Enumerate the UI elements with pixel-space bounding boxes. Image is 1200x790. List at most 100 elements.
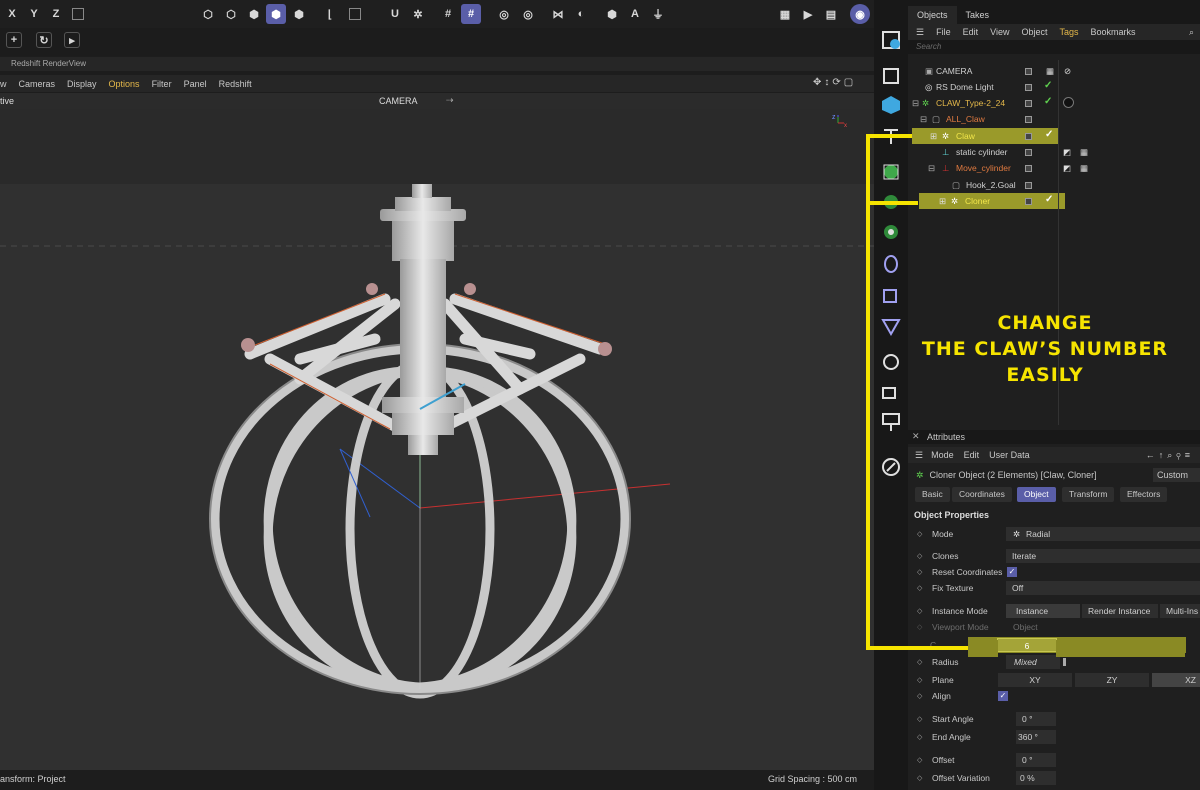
tab-coordinates[interactable]: Coordinates [952, 487, 1012, 502]
grid-snap-icon[interactable]: # [438, 4, 458, 24]
align-checkbox[interactable]: ✓ [998, 691, 1008, 701]
menu-filter[interactable]: Filter [152, 79, 172, 89]
tree-item-camera[interactable]: ▣ CAMERA ▦ ⊘ [908, 63, 1200, 79]
reset-coordinates-checkbox[interactable]: ✓ [1007, 567, 1017, 577]
hamburger-icon[interactable]: ☰ [915, 450, 923, 461]
tab-basic[interactable]: Basic [915, 487, 950, 502]
keyframe-diamond-icon[interactable]: ◇ [917, 552, 922, 560]
radius-slider-handle[interactable] [1063, 658, 1066, 666]
tree-item-all-claw[interactable]: ⊟ ▢ ALL_Claw [908, 111, 1200, 127]
floor-icon[interactable] [879, 410, 903, 434]
menu-display[interactable]: Display [67, 79, 97, 89]
enabled-check-icon[interactable]: ✓ [1045, 129, 1053, 140]
coordinate-system-icon[interactable] [68, 4, 88, 24]
collapse-icon[interactable]: ⊟ [928, 163, 935, 174]
expand-icon[interactable]: ⊞ [939, 196, 946, 207]
viewport-solo-icon[interactable]: ◐ [571, 4, 591, 24]
object-mode-icon[interactable]: ⬢ [289, 4, 309, 24]
keyframe-diamond-icon[interactable]: ◇ [917, 692, 922, 700]
edges-mode-icon[interactable]: ⬡ [221, 4, 241, 24]
menu-cameras[interactable]: Cameras [19, 79, 56, 89]
keyframe-diamond-icon[interactable]: ◇ [917, 607, 922, 615]
visibility-dot-icon[interactable] [1025, 164, 1032, 172]
tab-transform[interactable]: Transform [1062, 487, 1115, 502]
axis-z-toggle[interactable]: Z [46, 4, 66, 24]
tree-item-hook-goal[interactable]: ▢ Hook_2.Goal [908, 177, 1200, 193]
texture-tag-icon[interactable]: ◩ [1063, 147, 1071, 158]
visibility-dot-icon[interactable] [1025, 148, 1032, 156]
extrude-icon[interactable] [879, 190, 903, 214]
fix-texture-dropdown[interactable]: Off [1006, 581, 1200, 595]
render-view-icon[interactable]: ▦ [775, 4, 795, 24]
visibility-dot-icon[interactable] [1025, 67, 1032, 75]
menu-options[interactable]: Options [109, 79, 140, 89]
tree-item-static-cylinder[interactable]: ⊥ static cylinder ◩ ▦ [908, 144, 1200, 160]
plane-xz-option[interactable]: XZ [1152, 673, 1200, 687]
quantize-icon[interactable]: # [461, 4, 481, 24]
keyframe-diamond-icon[interactable]: ◇ [917, 568, 922, 576]
visibility-dot-icon[interactable] [1025, 181, 1032, 189]
camera-link-icon[interactable]: ⇢ [446, 95, 454, 106]
render-instance-option[interactable]: Render Instance [1082, 604, 1158, 618]
cube-icon[interactable] [879, 93, 903, 117]
render-to-picture-viewer-icon[interactable]: ▶ [798, 4, 818, 24]
menu-view[interactable]: w [0, 79, 7, 89]
tab-effectors[interactable]: Effectors [1120, 487, 1168, 502]
visibility-dot-icon[interactable] [1025, 132, 1032, 140]
add-icon[interactable]: + [6, 32, 22, 48]
plane-xy-option[interactable]: XY [998, 673, 1072, 687]
instance-option[interactable]: Instance [1006, 604, 1080, 618]
visibility-dot-icon[interactable] [1025, 115, 1032, 123]
count-field[interactable]: 6 [997, 638, 1057, 652]
render-active-icon[interactable]: A [625, 4, 645, 24]
refresh-icon[interactable]: ↻ [36, 32, 52, 48]
tab-objects[interactable]: Objects [908, 6, 957, 24]
locked-workplane-icon[interactable] [345, 4, 365, 24]
menu-view[interactable]: View [990, 27, 1009, 37]
workplane-icon[interactable]: ⌊ [320, 4, 340, 24]
enabled-check-icon[interactable]: ✓ [1045, 194, 1053, 205]
keyframe-diamond-icon[interactable]: ◇ [917, 530, 922, 538]
offset-variation-field[interactable]: 0 % [1016, 771, 1056, 785]
field-icon[interactable] [879, 282, 903, 306]
multi-instance-option[interactable]: Multi-Ins [1160, 604, 1200, 618]
snap-settings-icon[interactable]: ✲ [408, 4, 428, 24]
tree-item-claw-type[interactable]: ⊟ ✲ CLAW_Type-2_24 ✓ [908, 95, 1200, 111]
keyframe-diamond-icon[interactable]: ◇ [917, 715, 922, 723]
axis-x-toggle[interactable]: X [2, 4, 22, 24]
texture-tag-icon[interactable]: ◩ [1063, 163, 1071, 174]
menu-tags[interactable]: Tags [1059, 27, 1078, 37]
keyframe-diamond-icon[interactable]: ◇ [917, 658, 922, 666]
custom-dropdown[interactable]: Custom [1153, 468, 1200, 482]
count-slider-handle[interactable] [1069, 640, 1072, 649]
checker-tag-icon[interactable]: ▦ [1080, 147, 1088, 158]
visibility-dot-icon[interactable] [1025, 197, 1032, 205]
soft-selection-icon[interactable]: ◎ [494, 4, 514, 24]
viewport-navigation-icons[interactable]: ✥↕⟳▢ [813, 77, 856, 88]
collapse-icon[interactable]: ⊟ [920, 114, 927, 125]
cloner-icon[interactable] [879, 220, 903, 244]
menu-panel[interactable]: Panel [184, 79, 207, 89]
camera-tag-icon[interactable]: ▦ [1046, 66, 1054, 77]
close-icon[interactable]: ✕ [912, 431, 920, 442]
menu-file[interactable]: File [936, 27, 951, 37]
keyframe-diamond-icon[interactable]: ◇ [917, 774, 922, 782]
menu-object[interactable]: Object [1021, 27, 1047, 37]
model-mode-icon[interactable]: ⬢ [266, 4, 286, 24]
start-angle-field[interactable]: 0 ° [1016, 712, 1056, 726]
menu-mode[interactable]: Mode [931, 450, 954, 460]
polygons-mode-icon[interactable]: ⬢ [244, 4, 264, 24]
symmetry-icon[interactable]: ⋈ [548, 4, 568, 24]
visibility-dot-icon[interactable] [1025, 83, 1032, 91]
menu-user-data[interactable]: User Data [989, 450, 1030, 460]
keyframe-diamond-icon[interactable]: ◇ [917, 733, 922, 741]
radius-field[interactable]: Mixed [1006, 655, 1060, 669]
deformer-icon[interactable] [879, 252, 903, 276]
plugin-icon[interactable]: ⏚ [648, 4, 668, 24]
navigation-arrows-icon[interactable]: ←↑⌕⚲≡ [1146, 450, 1194, 461]
search-input[interactable]: Search [908, 40, 1200, 54]
tab-object[interactable]: Object [1017, 487, 1056, 502]
enable-snap-icon[interactable]: U [385, 4, 405, 24]
checker-tag-icon[interactable]: ▦ [1080, 163, 1088, 174]
enabled-check-icon[interactable]: ✓ [1044, 96, 1052, 107]
